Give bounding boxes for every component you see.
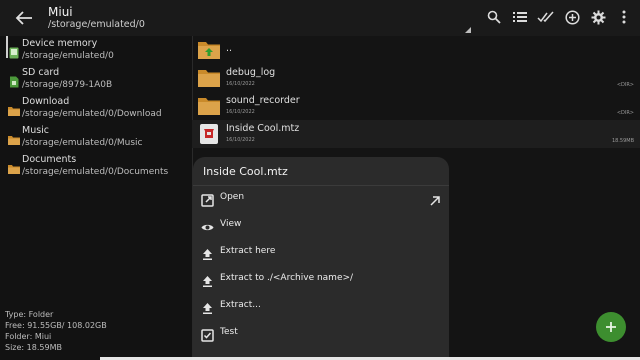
add-fab-button[interactable] xyxy=(596,312,626,342)
sidebar-item-path: /storage/emulated/0/Documents xyxy=(22,167,169,177)
select-all-icon[interactable] xyxy=(536,7,556,27)
archive-action-dialog: Inside Cool.mtz Open View Extract here E… xyxy=(193,157,449,360)
sidebar-item-sd-card[interactable]: SD card /storage/8979-1A0B xyxy=(6,67,192,93)
list-view-icon[interactable] xyxy=(510,7,530,27)
sidebar-item-label: Device memory xyxy=(22,38,98,49)
current-path: /storage/emulated/0 xyxy=(48,19,145,30)
folder-icon xyxy=(198,95,220,115)
folder-icon xyxy=(8,102,20,116)
open-with-arrow-icon[interactable] xyxy=(429,192,441,206)
menu-item-open[interactable]: Open xyxy=(193,186,449,212)
add-icon[interactable] xyxy=(562,7,582,27)
menu-item-label: Extract here xyxy=(220,246,276,256)
sidebar-item-device-memory[interactable]: Device memory /storage/emulated/0 xyxy=(6,38,192,64)
info-type: Type: Folder xyxy=(5,310,54,319)
sidebar-item-music[interactable]: Music /storage/emulated/0/Music xyxy=(6,125,192,151)
file-name: debug_log xyxy=(226,67,276,78)
extract-icon xyxy=(201,273,214,287)
info-free-space: Free: 91.55GB/ 108.02GB xyxy=(5,321,107,330)
eye-icon xyxy=(201,219,214,232)
file-row-parent[interactable]: .. xyxy=(192,36,640,64)
dialog-title: Inside Cool.mtz xyxy=(203,165,288,178)
sidebar-item-label: SD card xyxy=(22,67,60,78)
menu-item-extract-custom[interactable]: Extract... xyxy=(193,294,449,320)
extract-icon xyxy=(201,246,214,260)
sidebar-item-download[interactable]: Download /storage/emulated/0/Download xyxy=(6,96,192,122)
menu-item-label: Test xyxy=(220,327,238,337)
sidebar-item-label: Download xyxy=(22,96,70,107)
search-icon[interactable] xyxy=(484,7,504,27)
sidebar-item-documents[interactable]: Documents /storage/emulated/0/Documents xyxy=(6,154,192,180)
sidebar-item-path: /storage/emulated/0/Music xyxy=(22,138,143,148)
file-date: 16/10/2022 xyxy=(226,81,255,87)
menu-item-view[interactable]: View xyxy=(193,213,449,239)
file-name: Inside Cool.mtz xyxy=(226,123,300,134)
sidebar-item-label: Music xyxy=(22,125,50,136)
sidebar-item-path: /storage/emulated/0 xyxy=(22,51,114,61)
device-memory-icon xyxy=(8,44,20,59)
sidebar-item-path: /storage/8979-1A0B xyxy=(22,80,113,90)
open-external-icon xyxy=(201,192,214,207)
checkbox-icon xyxy=(201,327,214,342)
file-row[interactable]: sound_recorder 16/10/2022 <DIR> xyxy=(192,92,640,120)
sidebar-item-path: /storage/emulated/0/Download xyxy=(22,109,162,119)
sd-card-icon xyxy=(8,73,20,88)
extract-icon xyxy=(201,300,214,314)
file-row[interactable]: debug_log 16/10/2022 <DIR> xyxy=(192,64,640,92)
sort-indicator-icon xyxy=(465,27,471,33)
file-size: 18.59MB xyxy=(611,138,634,144)
app-bar: Miui /storage/emulated/0 xyxy=(0,0,640,36)
storage-sidebar: Device memory /storage/emulated/0 SD car… xyxy=(0,36,192,360)
file-date: 16/10/2022 xyxy=(226,109,255,115)
more-icon[interactable] xyxy=(614,7,634,27)
file-meta: <DIR> xyxy=(616,110,634,116)
folder-icon xyxy=(8,160,20,174)
menu-item-label: View xyxy=(220,219,242,229)
file-name: sound_recorder xyxy=(226,95,300,106)
folder-icon xyxy=(198,67,220,87)
settings-icon[interactable] xyxy=(588,7,608,27)
sidebar-item-label: Documents xyxy=(22,154,77,165)
file-row-selected[interactable]: Inside Cool.mtz 16/10/2022 18.59MB xyxy=(192,120,640,148)
folder-icon xyxy=(8,131,20,145)
menu-item-label: Extract... xyxy=(220,300,261,310)
menu-item-label: Open xyxy=(220,192,245,202)
menu-item-extract-here[interactable]: Extract here xyxy=(193,240,449,266)
file-meta: <DIR> xyxy=(616,82,634,88)
file-name: .. xyxy=(226,43,233,54)
menu-item-extract-to-folder[interactable]: Extract to ./<Archive name>/ xyxy=(193,267,449,293)
file-date: 16/10/2022 xyxy=(226,137,255,143)
app-title: Miui xyxy=(48,5,73,19)
parent-folder-icon xyxy=(198,39,220,59)
archive-file-icon xyxy=(198,123,220,144)
info-folder: Folder: Miui xyxy=(5,332,52,341)
add-icon xyxy=(606,322,616,332)
info-size: Size: 18.59MB xyxy=(5,343,62,352)
menu-item-test[interactable]: Test xyxy=(193,321,449,347)
menu-item-label: Extract to ./<Archive name>/ xyxy=(220,273,354,283)
back-arrow-icon[interactable] xyxy=(14,9,34,27)
